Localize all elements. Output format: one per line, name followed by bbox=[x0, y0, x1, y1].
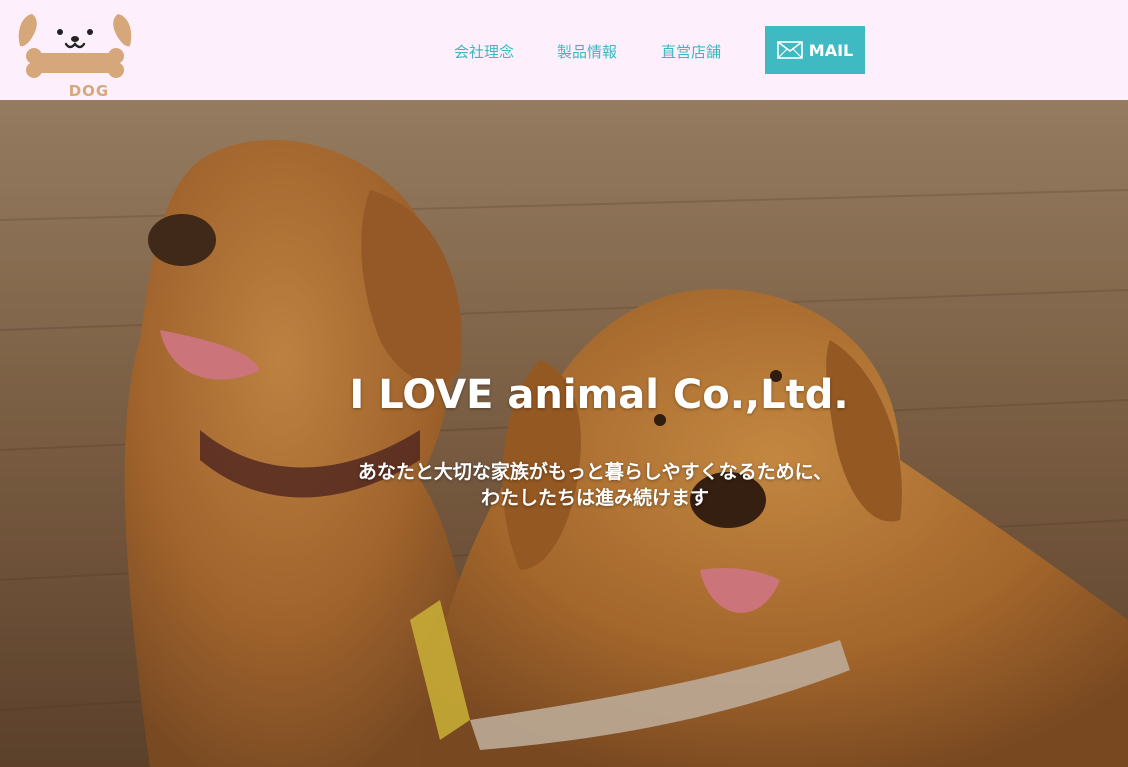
nav-link-philosophy[interactable]: 会社理念 bbox=[454, 41, 514, 62]
logo-text: DOG bbox=[68, 82, 110, 100]
hero-subtitle-line-2: わたしたちは進み続けます bbox=[480, 487, 709, 509]
mail-icon bbox=[776, 41, 803, 59]
nav-link-products[interactable]: 製品情報 bbox=[557, 41, 617, 62]
hero-subtitle-line-1: あなたと大切な家族がもっと暮らしやすくなるために、 bbox=[357, 461, 833, 483]
mail-button[interactable]: MAIL bbox=[765, 26, 865, 74]
mail-button-label: MAIL bbox=[808, 40, 854, 60]
hero-dogs-photo bbox=[0, 100, 1128, 767]
hero-title: I LOVE animal Co.,Ltd. bbox=[349, 372, 849, 418]
nav-link-stores[interactable]: 直営店舗 bbox=[661, 41, 721, 62]
logo[interactable]: DOG bbox=[14, 8, 136, 100]
hero-section: I LOVE animal Co.,Ltd. あなたと大切な家族がもっと暮らしや… bbox=[0, 100, 1128, 767]
site-header: DOG 会社理念 製品情報 直営店舗 MAIL bbox=[0, 0, 1128, 100]
